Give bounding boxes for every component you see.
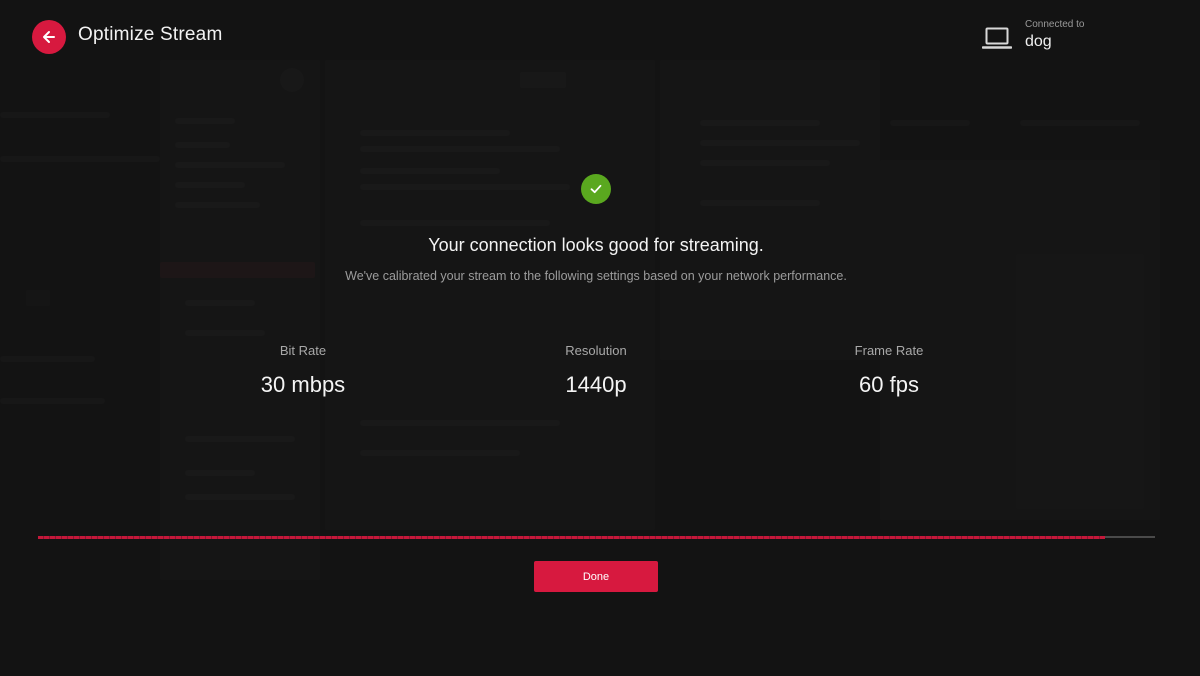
done-button[interactable]: Done bbox=[534, 561, 658, 592]
frame-rate-stat: Frame Rate 60 fps bbox=[779, 343, 999, 398]
calibration-progress-fill bbox=[38, 535, 1105, 539]
bit-rate-value: 30 mbps bbox=[260, 372, 346, 397]
resolution-label: Resolution bbox=[565, 343, 627, 358]
resolution-value: 1440p bbox=[565, 372, 627, 397]
checkmark-icon bbox=[581, 174, 611, 204]
optimize-stream-screen: Optimize Stream Connected to dog Your co… bbox=[0, 0, 1200, 676]
frame-rate-label: Frame Rate bbox=[854, 343, 924, 358]
bit-rate-stat: Bit Rate 30 mbps bbox=[193, 343, 413, 398]
laptop-icon bbox=[982, 27, 1012, 49]
page-title: Optimize Stream bbox=[78, 24, 223, 45]
frame-rate-value: 60 fps bbox=[859, 372, 919, 397]
check-glyph-icon bbox=[590, 184, 602, 194]
connected-to-label: Connected to bbox=[1025, 19, 1085, 30]
resolution-stat: Resolution 1440p bbox=[486, 343, 706, 398]
bit-rate-label: Bit Rate bbox=[279, 343, 327, 358]
device-name: dog bbox=[1025, 33, 1052, 50]
result-description: We've calibrated your stream to the foll… bbox=[345, 269, 847, 283]
back-button[interactable] bbox=[32, 20, 66, 54]
arrow-left-icon bbox=[43, 31, 55, 43]
calibration-progress-bar bbox=[38, 535, 1155, 539]
connection-status: Connected to dog bbox=[982, 18, 1085, 52]
result-headline: Your connection looks good for streaming… bbox=[428, 235, 764, 255]
